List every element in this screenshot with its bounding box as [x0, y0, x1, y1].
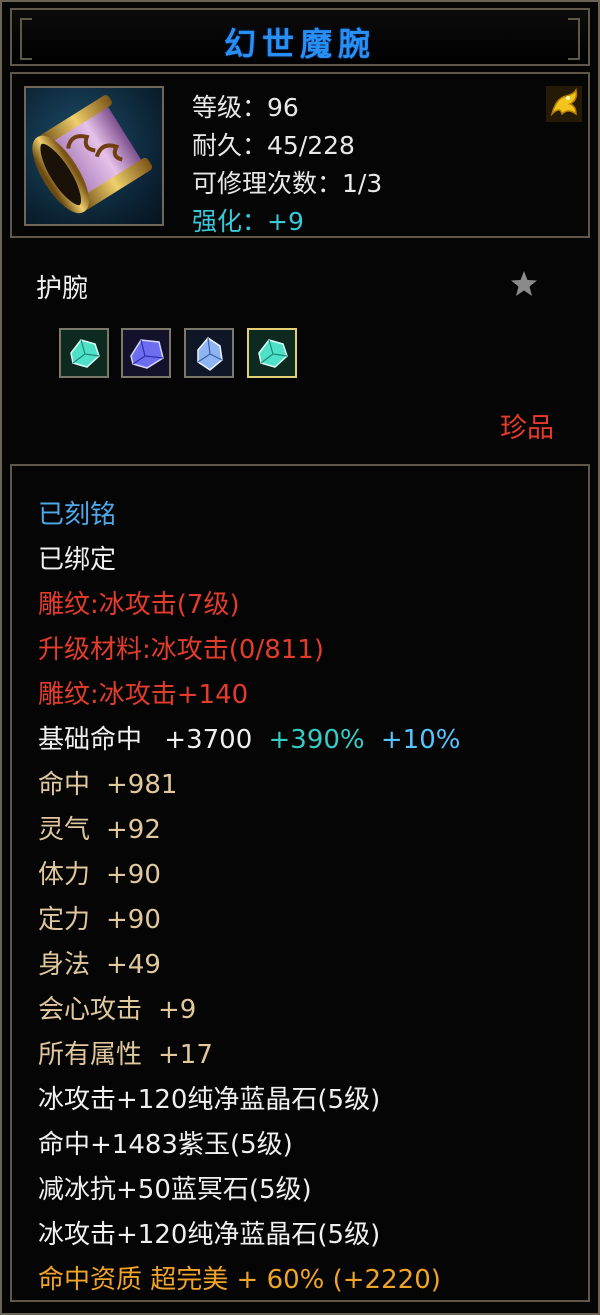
stat-value: +49 — [106, 950, 161, 980]
gem-effect-line: 冰攻击+120纯净蓝晶石(5级) — [38, 1085, 381, 1115]
stat-line: 定力 +90 — [38, 905, 161, 935]
stat-label: 命中 — [38, 770, 91, 800]
gem-effect-line: 冰攻击+120纯净蓝晶石(5级) — [38, 1220, 381, 1250]
item-type: 护腕 — [36, 274, 89, 304]
gem-effect-line: 减冰抗+50蓝冥石(5级) — [38, 1175, 312, 1205]
base-hit-line: 基础命中 +3700 +390% +10% — [38, 725, 460, 755]
stat-line: 会心攻击 +9 — [38, 995, 196, 1025]
cyan-gem-icon — [249, 330, 295, 376]
stat-value: +17 — [158, 1040, 213, 1070]
engraved-status: 已刻铭 — [38, 500, 117, 530]
stat-value: +90 — [106, 860, 161, 890]
gold-dragon-icon[interactable] — [546, 86, 582, 122]
item-header: 等级：96 耐久：45/228 可修理次数：1/3 强化：+9 — [10, 72, 590, 238]
stat-value: +9 — [158, 995, 197, 1025]
purple-gem-icon — [123, 330, 169, 376]
base-hit-percent-1: +390% — [268, 725, 365, 755]
carving-bonus-line: 雕纹:冰攻击+140 — [38, 680, 249, 710]
item-tooltip: 幻世魔腕 等级：96 耐久：45/228 可修理次数：1/3 强化：+9 护腕 … — [0, 0, 600, 1315]
repair-line: 可修理次数：1/3 — [192, 164, 382, 200]
stat-line: 灵气 +92 — [38, 815, 161, 845]
enhance-line: 强化：+9 — [192, 202, 304, 238]
attribute-panel: 已刻铭 已绑定 雕纹:冰攻击(7级) 升级材料:冰攻击(0/811) 雕纹:冰攻… — [10, 464, 590, 1302]
enhance-label: 强化： — [192, 207, 268, 236]
level-line: 等级：96 — [192, 88, 299, 124]
gem-slot-3[interactable] — [184, 328, 234, 378]
stat-label: 灵气 — [38, 815, 91, 845]
stat-line: 命中 +981 — [38, 770, 177, 800]
blue-gem-icon — [186, 330, 232, 376]
durability-label: 耐久： — [192, 131, 268, 160]
base-hit-percent-2: +10% — [380, 725, 461, 755]
cyan-gem-icon — [61, 330, 107, 376]
stat-value: +92 — [106, 815, 161, 845]
bound-status: 已绑定 — [38, 545, 117, 575]
star-icon[interactable] — [508, 268, 540, 300]
bracer-item-icon[interactable] — [24, 86, 164, 226]
stat-label: 身法 — [38, 950, 91, 980]
quality-line: 命中资质 超完美 + 60% (+2220) — [38, 1265, 441, 1295]
repair-label: 可修理次数： — [192, 169, 343, 198]
stat-line: 所有属性 +17 — [38, 1040, 213, 1070]
carving-line: 雕纹:冰攻击(7级) — [38, 590, 240, 620]
durability-line: 耐久：45/228 — [192, 126, 355, 162]
stat-label: 体力 — [38, 860, 91, 890]
stat-label: 会心攻击 — [38, 995, 143, 1025]
stat-label: 定力 — [38, 905, 91, 935]
repair-value: 1/3 — [342, 169, 383, 198]
upgrade-material-line: 升级材料:冰攻击(0/811) — [38, 635, 324, 665]
stat-value: +90 — [106, 905, 161, 935]
title-bar: 幻世魔腕 — [10, 8, 590, 66]
stat-line: 体力 +90 — [38, 860, 161, 890]
base-hit-label: 基础命中 — [38, 725, 143, 755]
gem-slot-1[interactable] — [59, 328, 109, 378]
item-title: 幻世魔腕 — [223, 25, 376, 63]
gem-slot-4[interactable] — [247, 328, 297, 378]
gem-effect-line: 命中+1483紫玉(5级) — [38, 1130, 293, 1160]
stat-value: +981 — [106, 770, 178, 800]
enhance-value: +9 — [267, 207, 304, 236]
level-label: 等级： — [192, 93, 268, 122]
base-hit-value: +3700 — [164, 725, 253, 755]
rarity-label: 珍品 — [500, 413, 554, 444]
gem-slot-2[interactable] — [121, 328, 171, 378]
stat-label: 所有属性 — [38, 1040, 143, 1070]
level-value: 96 — [267, 93, 299, 122]
stat-line: 身法 +49 — [38, 950, 161, 980]
durability-value: 45/228 — [267, 131, 355, 160]
